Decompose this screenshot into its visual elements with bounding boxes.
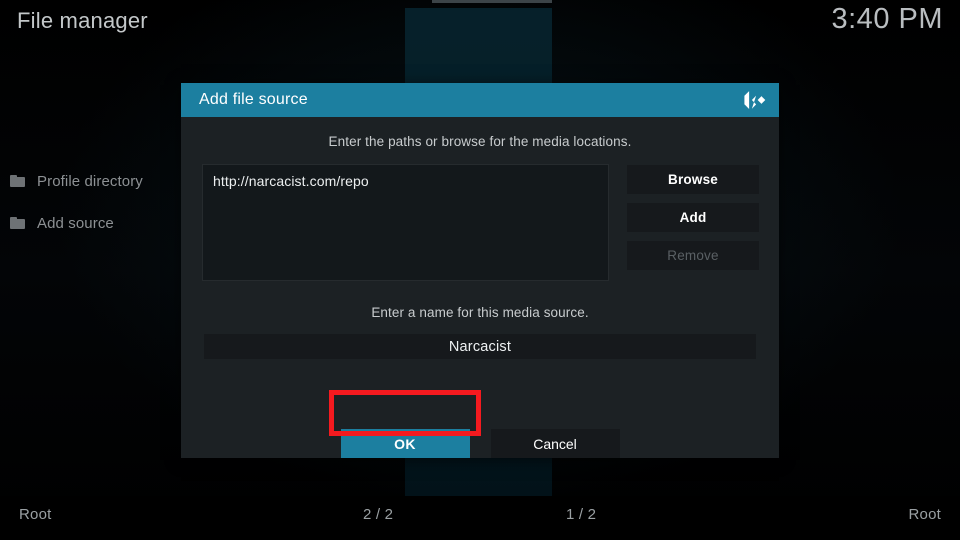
status-right-path: Root	[908, 506, 941, 523]
cancel-button[interactable]: Cancel	[490, 429, 620, 458]
ok-button[interactable]: OK	[340, 429, 470, 458]
status-left-count: 2 / 2	[363, 506, 394, 523]
paths-row: http://narcacist.com/repo Browse Add Rem…	[181, 149, 779, 281]
clock: 3:40 PM	[831, 3, 943, 35]
sidebar-item-add-source[interactable]: Add source	[0, 202, 180, 244]
source-name-input[interactable]: Narcacist	[204, 334, 756, 359]
sidebar: Profile directory Add source	[0, 160, 180, 244]
path-list[interactable]: http://narcacist.com/repo	[202, 164, 609, 281]
path-actions: Browse Add Remove	[627, 164, 759, 281]
remove-button: Remove	[627, 241, 759, 270]
dialog-titlebar: Add file source	[181, 83, 779, 117]
kodi-screen: File manager 3:40 PM Profile directory A…	[0, 0, 960, 540]
folder-icon	[10, 217, 25, 229]
sidebar-item-label: Add source	[37, 214, 114, 232]
dialog-actions: OK Cancel	[181, 429, 779, 458]
sidebar-item-label: Profile directory	[37, 172, 143, 190]
dialog-title: Add file source	[199, 91, 308, 108]
pane-top-divider	[432, 0, 552, 3]
name-hint: Enter a name for this media source.	[371, 305, 589, 320]
add-file-source-dialog: Add file source Enter the paths or brows…	[181, 83, 779, 458]
status-right-count: 1 / 2	[566, 506, 597, 523]
status-bar: Root 2 / 2 1 / 2 Root	[0, 496, 960, 540]
folder-icon	[10, 175, 25, 187]
dialog-body: Enter the paths or browse for the media …	[181, 117, 779, 458]
kodi-logo-icon	[741, 87, 767, 113]
path-list-item[interactable]: http://narcacist.com/repo	[213, 173, 598, 189]
add-button[interactable]: Add	[627, 203, 759, 232]
page-title: File manager	[17, 8, 148, 33]
source-name-value: Narcacist	[448, 338, 512, 355]
browse-button[interactable]: Browse	[627, 165, 759, 194]
paths-hint: Enter the paths or browse for the media …	[328, 134, 632, 149]
sidebar-item-profile-directory[interactable]: Profile directory	[0, 160, 180, 202]
status-left-path: Root	[19, 506, 52, 523]
